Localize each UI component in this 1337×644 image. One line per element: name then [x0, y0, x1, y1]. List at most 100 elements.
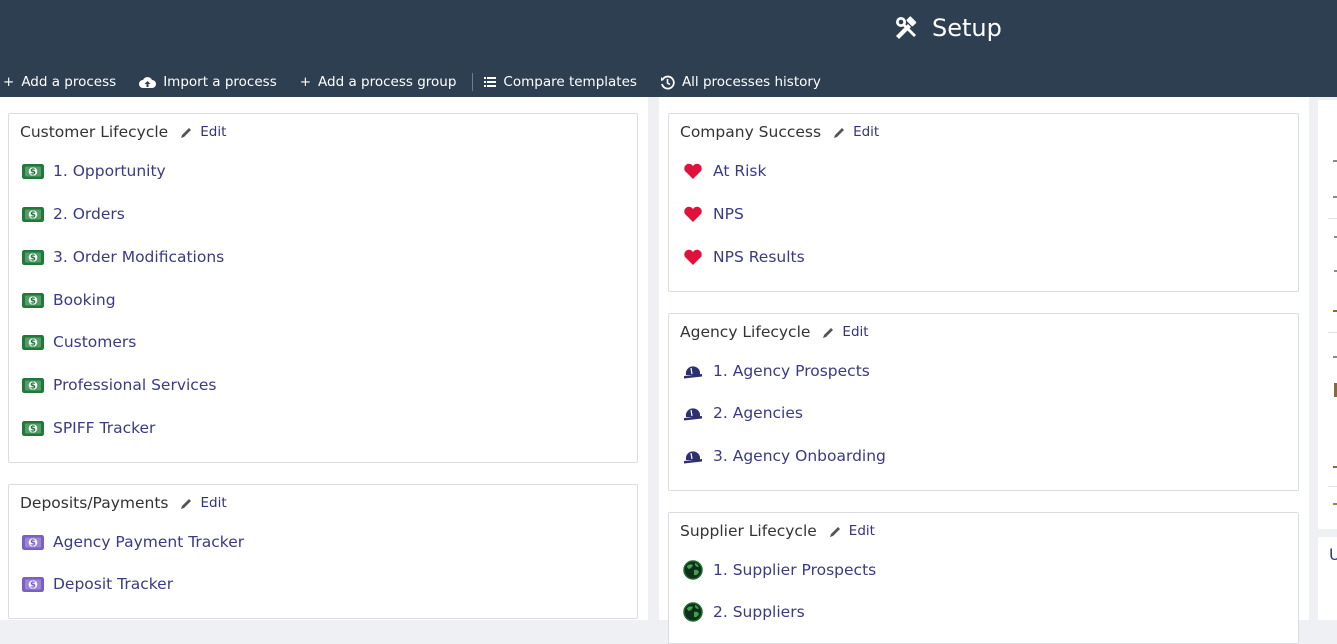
process-link[interactable]: At Risk: [681, 162, 766, 180]
partial-icon: [1333, 466, 1337, 468]
process-link[interactable]: 2. Agencies: [681, 404, 803, 422]
process-link[interactable]: 2. Suppliers: [681, 602, 805, 622]
money-icon: $: [21, 248, 45, 266]
process-label: Agency Payment Tracker: [53, 533, 245, 551]
edit-label: Edit: [842, 324, 869, 340]
process-label: 1. Opportunity: [53, 162, 166, 180]
process-column-right-partial: U: [1318, 100, 1337, 620]
edit-group-button[interactable]: Edit: [833, 124, 879, 140]
partial-icon: [1333, 160, 1337, 162]
process-label: 3. Order Modifications: [53, 248, 225, 266]
group-deposits-payments: Deposits/Payments Edit $ Agency Payment …: [8, 484, 638, 619]
top-header: Setup + Add a process Import a process +…: [0, 0, 1337, 97]
pencil-icon: [834, 127, 845, 138]
process-label: Customers: [53, 333, 137, 351]
divider: [1328, 332, 1337, 333]
svg-text:$: $: [30, 210, 36, 220]
process-link[interactable]: $ Customers: [21, 333, 136, 351]
process-label: Deposit Tracker: [53, 575, 174, 593]
edit-group-button[interactable]: Edit: [180, 124, 226, 140]
add-group-label: Add a process group: [318, 74, 457, 90]
process-link[interactable]: 1. Agency Prospects: [681, 362, 870, 380]
money-icon: $: [21, 376, 45, 394]
history-icon: [660, 75, 675, 90]
add-group-button[interactable]: + Add a process group: [300, 74, 457, 90]
svg-text:$: $: [30, 167, 36, 177]
svg-text:$: $: [30, 580, 36, 590]
compare-templates-label: Compare templates: [503, 74, 637, 90]
process-link[interactable]: NPS: [681, 205, 744, 223]
group-agency-lifecycle: Agency Lifecycle Edit 1. Agency Prospect…: [668, 313, 1299, 491]
group-header: Company Success Edit: [680, 123, 879, 141]
process-link[interactable]: 3. Agency Onboarding: [681, 447, 886, 465]
svg-text:$: $: [30, 424, 36, 434]
partial-icon: [1333, 196, 1337, 198]
process-column-middle: Company Success Edit At Risk NPS NPS Res…: [659, 97, 1309, 644]
pencil-icon: [181, 498, 192, 509]
compare-templates-button[interactable]: Compare templates: [484, 74, 637, 90]
hard-hat-icon: [681, 404, 705, 422]
heart-icon: [681, 248, 705, 266]
globe-icon: [681, 602, 705, 622]
pencil-icon: [823, 327, 834, 338]
edit-label: Edit: [848, 523, 875, 539]
edit-label: Edit: [853, 124, 880, 140]
process-link[interactable]: $ Professional Services: [21, 376, 216, 394]
svg-text:$: $: [30, 253, 36, 263]
edit-group-button[interactable]: Edit: [829, 523, 875, 539]
process-link[interactable]: $ 3. Order Modifications: [21, 248, 224, 266]
column-gap: [1318, 529, 1337, 537]
add-process-button[interactable]: + Add a process: [3, 74, 116, 90]
process-label: At Risk: [713, 162, 767, 180]
edit-label: Edit: [200, 124, 227, 140]
process-label: 2. Suppliers: [713, 603, 805, 621]
heart-icon: [681, 162, 705, 180]
process-link[interactable]: $ 1. Opportunity: [21, 162, 166, 180]
group-supplier-lifecycle: Supplier Lifecycle Edit 1. Supplier Pros…: [668, 512, 1299, 644]
globe-icon: [681, 560, 705, 580]
money-icon: $: [21, 533, 45, 551]
group-header: Deposits/Payments Edit: [20, 494, 227, 512]
pencil-icon: [829, 526, 840, 537]
edit-label: Edit: [200, 495, 227, 511]
process-link[interactable]: $ Deposit Tracker: [21, 575, 173, 593]
group-header: Agency Lifecycle Edit: [680, 323, 869, 341]
money-icon: $: [21, 333, 45, 351]
partial-icon: [1333, 503, 1337, 505]
group-header: Supplier Lifecycle Edit: [680, 522, 875, 540]
history-button[interactable]: All processes history: [660, 74, 821, 90]
import-process-label: Import a process: [163, 74, 277, 90]
heart-icon: [681, 205, 705, 223]
import-process-button[interactable]: Import a process: [139, 74, 277, 90]
group-header: Customer Lifecycle Edit: [20, 123, 226, 141]
svg-text:$: $: [30, 296, 36, 306]
process-link[interactable]: $ Booking: [21, 291, 116, 309]
plus-icon: +: [299, 74, 312, 90]
edit-group-button[interactable]: Edit: [180, 495, 227, 511]
process-label: 1. Supplier Prospects: [713, 561, 877, 579]
group-customer-lifecycle: Customer Lifecycle Edit $ 1. Opportunity…: [8, 113, 638, 463]
process-link[interactable]: 1. Supplier Prospects: [681, 560, 877, 580]
group-title: Agency Lifecycle: [680, 323, 811, 341]
cloud-upload-icon: [139, 76, 157, 89]
process-link[interactable]: NPS Results: [681, 248, 805, 266]
process-link[interactable]: $ Agency Payment Tracker: [21, 533, 244, 551]
process-link[interactable]: $ SPIFF Tracker: [21, 419, 155, 437]
partial-letter: U: [1329, 545, 1337, 564]
edit-group-button[interactable]: Edit: [822, 324, 869, 340]
process-label: SPIFF Tracker: [53, 419, 156, 437]
process-column-left: Customer Lifecycle Edit $ 1. Opportunity…: [0, 97, 648, 620]
process-link[interactable]: $ 2. Orders: [21, 205, 125, 223]
partial-icon: [1333, 356, 1337, 358]
toolbar: + Add a process Import a process + Add a…: [0, 72, 844, 92]
process-label: Professional Services: [53, 376, 217, 394]
group-title: Supplier Lifecycle: [680, 522, 817, 540]
money-icon: $: [21, 162, 45, 180]
tools-icon: [896, 16, 917, 39]
add-process-label: Add a process: [21, 74, 117, 90]
history-label: All processes history: [681, 74, 821, 90]
divider: [1328, 218, 1337, 219]
money-icon: $: [21, 205, 45, 223]
page-title: Setup: [894, 14, 1002, 42]
list-icon: [484, 77, 497, 87]
